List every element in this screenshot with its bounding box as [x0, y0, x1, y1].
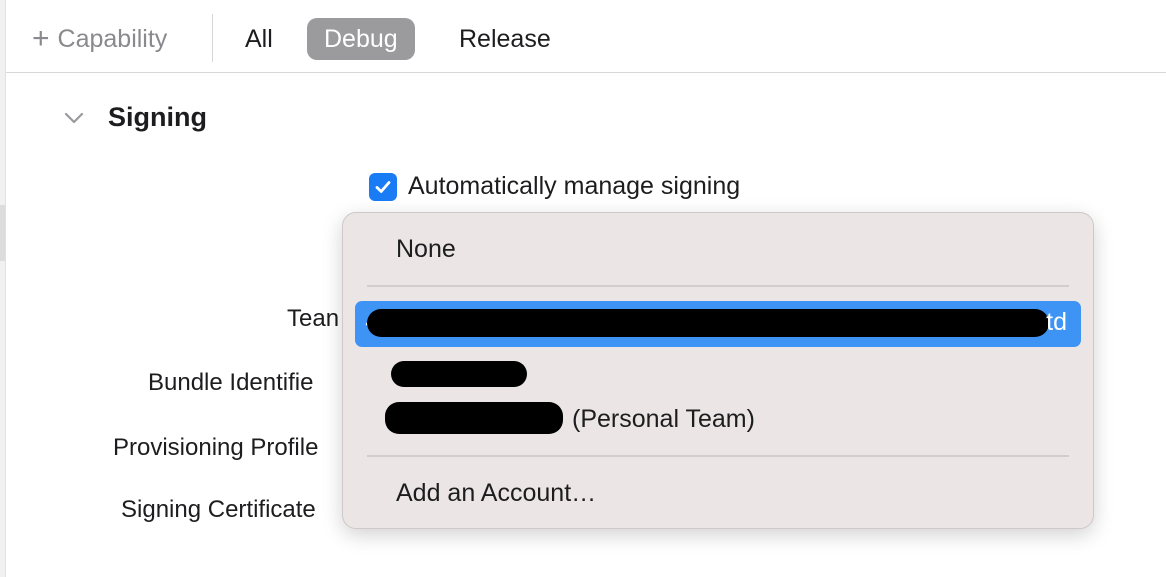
redacted-team-name	[367, 309, 1049, 337]
provisioning-profile-label: Provisioning Profile	[113, 434, 319, 461]
signing-section-title: Signing	[108, 102, 207, 132]
left-edge-divider	[0, 0, 6, 577]
add-capability-button[interactable]: + Capability	[32, 22, 167, 56]
menu-item-add-account[interactable]: Add an Account…	[396, 479, 596, 508]
segment-all[interactable]: All	[228, 18, 290, 60]
team-dropdown-menu: None td (Personal Team) Add an Account…	[342, 212, 1094, 529]
menu-separator	[367, 455, 1069, 457]
menu-item-personal-team[interactable]: (Personal Team)	[343, 399, 1093, 439]
team-label: Tean	[287, 305, 340, 332]
menu-item-none[interactable]: None	[396, 235, 456, 264]
auto-manage-signing-row[interactable]: Automatically manage signing	[369, 172, 740, 201]
plus-icon: +	[32, 22, 50, 55]
bundle-identifier-label: Bundle Identifie	[148, 369, 314, 396]
menu-item-selected-team[interactable]: td	[355, 301, 1081, 347]
auto-manage-checkbox[interactable]	[369, 172, 397, 201]
segment-debug[interactable]: Debug	[307, 18, 415, 60]
checkmark-icon	[375, 180, 391, 193]
add-capability-label: Capability	[57, 24, 168, 53]
toolbar-divider	[212, 14, 213, 62]
redacted-team-name	[391, 361, 527, 387]
menu-item-team-2[interactable]	[343, 357, 1093, 393]
signing-certificate-label: Signing Certificate	[121, 496, 316, 523]
auto-manage-label: Automatically manage signing	[408, 172, 741, 200]
split-handle[interactable]	[0, 205, 5, 261]
personal-team-suffix: (Personal Team)	[572, 405, 755, 433]
redacted-team-name	[385, 402, 563, 434]
selected-team-suffix: td	[1046, 308, 1067, 336]
segment-release[interactable]: Release	[442, 18, 568, 60]
chevron-down-icon[interactable]	[62, 106, 86, 130]
menu-separator	[367, 285, 1069, 287]
capabilities-toolbar: + Capability All Debug Release	[6, 0, 1166, 73]
